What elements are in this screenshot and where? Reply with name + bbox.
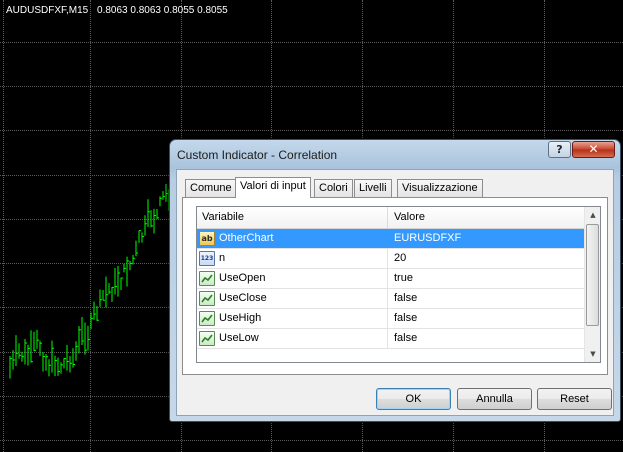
tab-colori[interactable]: Colori <box>314 179 353 197</box>
row-value[interactable]: EURUSDFXF <box>394 229 461 248</box>
chart-close: 0.8055 <box>197 5 228 16</box>
row-value[interactable]: false <box>394 289 417 308</box>
row-variable: OtherChart <box>219 232 274 244</box>
tab-comune[interactable]: Comune <box>185 179 237 197</box>
table-row[interactable]: ab OtherChart EURUSDFXF <box>197 229 585 249</box>
grid-rows: ab OtherChart EURUSDFXF 123 n 20 UseOpen <box>197 229 585 349</box>
reset-button[interactable]: Reset <box>537 388 612 410</box>
help-button[interactable]: ? <box>548 141 571 158</box>
row-value[interactable]: 20 <box>394 249 406 268</box>
table-row[interactable]: UseLow false <box>197 329 585 349</box>
column-divider[interactable] <box>387 207 388 228</box>
row-variable: UseOpen <box>219 272 266 284</box>
row-value[interactable]: true <box>394 269 413 288</box>
bool-icon <box>199 331 215 346</box>
table-row[interactable]: UseClose false <box>197 289 585 309</box>
grid-header: Variabile Valore <box>197 207 585 229</box>
close-button[interactable]: ✕ <box>572 141 615 158</box>
chart-symbol-timeframe: AUDUSDFXF,M15 <box>6 5 89 16</box>
chart-open: 0.8063 <box>97 5 128 16</box>
bool-icon <box>199 291 215 306</box>
string-icon: ab <box>199 231 215 246</box>
chart-high: 0.8063 <box>130 5 161 16</box>
dialog-title: Custom Indicator - Correlation <box>177 148 338 162</box>
column-header-variable[interactable]: Variabile <box>202 207 244 228</box>
chart-header: AUDUSDFXF,M15 0.8063 0.8063 0.8055 0.805… <box>6 5 228 16</box>
scroll-down-icon[interactable]: ▼ <box>585 346 600 362</box>
row-value[interactable]: false <box>394 329 417 348</box>
scroll-up-icon[interactable]: ▲ <box>585 207 600 223</box>
number-icon: 123 <box>199 251 215 266</box>
tab-livelli[interactable]: Livelli <box>354 179 392 197</box>
tab-visualizzazione[interactable]: Visualizzazione <box>397 179 483 197</box>
row-variable: n <box>219 252 226 264</box>
tab-panel-inputs: Variabile Valore ab OtherChart EURUSDFXF… <box>182 197 608 375</box>
table-row[interactable]: UseHigh false <box>197 309 585 329</box>
row-variable: UseClose <box>219 292 267 304</box>
row-variable: UseLow <box>219 332 259 344</box>
row-variable: UseHigh <box>219 312 262 324</box>
tab-valori-di-input[interactable]: Valori di input <box>235 177 311 198</box>
ok-button[interactable]: OK <box>376 388 451 410</box>
bool-icon <box>199 271 215 286</box>
column-header-value[interactable]: Valore <box>394 207 425 228</box>
table-row[interactable]: 123 n 20 <box>197 249 585 269</box>
bool-icon <box>199 311 215 326</box>
chart-low: 0.8055 <box>163 5 195 16</box>
table-row[interactable]: UseOpen true <box>197 269 585 289</box>
inputs-grid[interactable]: Variabile Valore ab OtherChart EURUSDFXF… <box>196 206 601 363</box>
row-value[interactable]: false <box>394 309 417 328</box>
scroll-thumb[interactable] <box>586 224 599 326</box>
vertical-scrollbar[interactable]: ▲ ▼ <box>584 207 600 362</box>
custom-indicator-dialog: Custom Indicator - Correlation ? ✕ Comun… <box>169 139 621 422</box>
dialog-titlebar[interactable]: Custom Indicator - Correlation ? ✕ <box>170 140 620 168</box>
dialog-body: Comune Valori di input Colori Livelli Vi… <box>176 169 614 416</box>
close-icon: ✕ <box>588 142 599 156</box>
cancel-button[interactable]: Annulla <box>457 388 532 410</box>
